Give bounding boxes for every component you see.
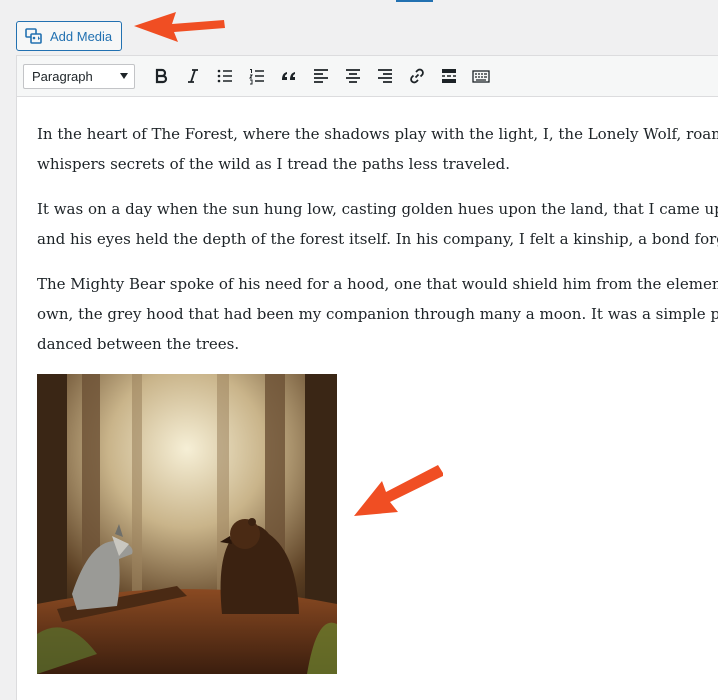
align-center-icon	[346, 69, 360, 83]
wolf-and-bear-image	[37, 374, 337, 674]
editor-toolbar: Paragraph	[17, 56, 718, 97]
paragraph-line: danced between the trees.	[37, 335, 240, 353]
align-left-icon	[314, 69, 328, 83]
story-image[interactable]	[37, 374, 337, 674]
add-media-label: Add Media	[50, 28, 113, 44]
annotation-arrow-icon	[354, 465, 443, 516]
media-icon	[25, 27, 43, 45]
align-left-button[interactable]	[305, 61, 337, 91]
format-select-value: Paragraph	[32, 68, 93, 84]
numbered-list-button[interactable]	[241, 61, 273, 91]
paragraph-line: own, the grey hood that had been my comp…	[37, 305, 718, 323]
align-right-button[interactable]	[369, 61, 401, 91]
align-right-icon	[378, 69, 392, 83]
bullet-list-icon	[217, 69, 232, 83]
read-more-icon	[442, 69, 456, 83]
paragraph-line: and his eyes held the depth of the fores…	[37, 230, 718, 248]
bulleted-list-button[interactable]	[209, 61, 241, 91]
paragraph-line: It was on a day when the sun hung low, c…	[37, 200, 718, 218]
bold-icon	[155, 68, 168, 84]
italic-icon	[188, 69, 198, 83]
paragraph-line: whispers secrets of the wild as I tread …	[37, 155, 511, 173]
numbered-list-icon	[249, 69, 264, 85]
editor-content[interactable]: In the heart of The Forest, where the sh…	[17, 97, 718, 674]
align-center-button[interactable]	[337, 61, 369, 91]
paragraph: It was on a day when the sun hung low, c…	[37, 194, 718, 254]
paragraph-line: In the heart of The Forest, where the sh…	[37, 125, 718, 143]
chevron-down-icon	[120, 73, 128, 79]
paragraph-line: The Mighty Bear spoke of his need for a …	[37, 275, 718, 293]
paragraph: The Mighty Bear spoke of his need for a …	[37, 269, 718, 359]
bold-button[interactable]	[145, 61, 177, 91]
keyboard-icon	[472, 70, 490, 83]
blockquote-button[interactable]	[273, 61, 305, 91]
italic-button[interactable]	[177, 61, 209, 91]
link-icon	[410, 68, 424, 84]
annotation-arrow-icon	[134, 12, 225, 42]
toolbar-toggle-button[interactable]	[465, 61, 497, 91]
read-more-button[interactable]	[433, 61, 465, 91]
add-media-button[interactable]: Add Media	[16, 21, 122, 51]
insert-link-button[interactable]	[401, 61, 433, 91]
quote-icon	[282, 72, 295, 80]
active-tab-indicator	[396, 0, 433, 2]
classic-editor: Paragraph In the heart of The Forest, wh…	[16, 55, 718, 700]
format-select[interactable]: Paragraph	[23, 63, 135, 89]
paragraph: In the heart of The Forest, where the sh…	[37, 119, 718, 179]
